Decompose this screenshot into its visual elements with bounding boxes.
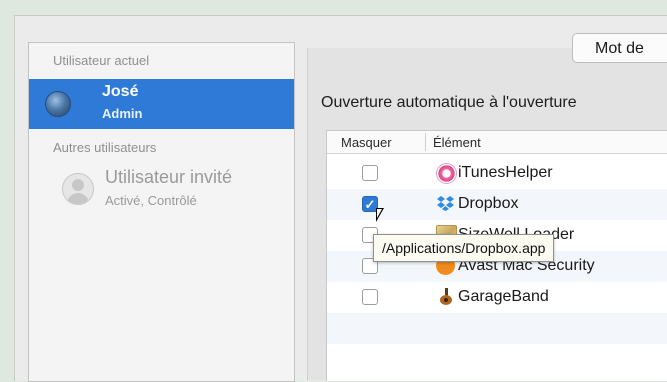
mouse-cursor-icon [376, 208, 384, 222]
user-avatar-globe-icon [45, 91, 71, 117]
sidebar-item-current-user[interactable]: José Admin [29, 79, 294, 129]
table-row-empty [327, 313, 667, 344]
tab-password[interactable]: Mot de [572, 33, 667, 63]
itunes-icon [436, 163, 457, 184]
guest-user-name: Utilisateur invité [105, 167, 233, 187]
current-user-name: José [102, 83, 139, 100]
guest-user-status: Activé, Contrôlé [105, 193, 197, 208]
guest-avatar-icon [62, 173, 94, 205]
table-row-empty [327, 344, 667, 375]
column-header-item[interactable]: Élément [433, 135, 481, 150]
users-sidebar: Utilisateur actuel José Admin Autres uti… [28, 42, 295, 382]
login-items-heading: Ouverture automatique à l'ouverture [321, 94, 577, 111]
path-tooltip: /Applications/Dropbox.app [373, 234, 555, 262]
table-row[interactable]: iTunesHelper [327, 158, 667, 189]
item-name: Dropbox [458, 195, 519, 212]
dropbox-icon [436, 194, 455, 213]
column-header-hide[interactable]: Masquer [341, 135, 392, 150]
item-name: iTunesHelper [458, 164, 553, 181]
garageband-icon [436, 287, 455, 306]
current-user-section-label: Utilisateur actuel [53, 53, 150, 68]
other-users-section-label: Autres utilisateurs [53, 140, 157, 155]
table-row[interactable]: GarageBand [327, 282, 667, 313]
current-user-role: Admin [102, 106, 143, 121]
table-header: Masquer Élément [327, 131, 667, 154]
hide-checkbox[interactable] [362, 165, 378, 181]
hide-checkbox[interactable] [362, 289, 378, 305]
item-name: GarageBand [458, 288, 549, 305]
